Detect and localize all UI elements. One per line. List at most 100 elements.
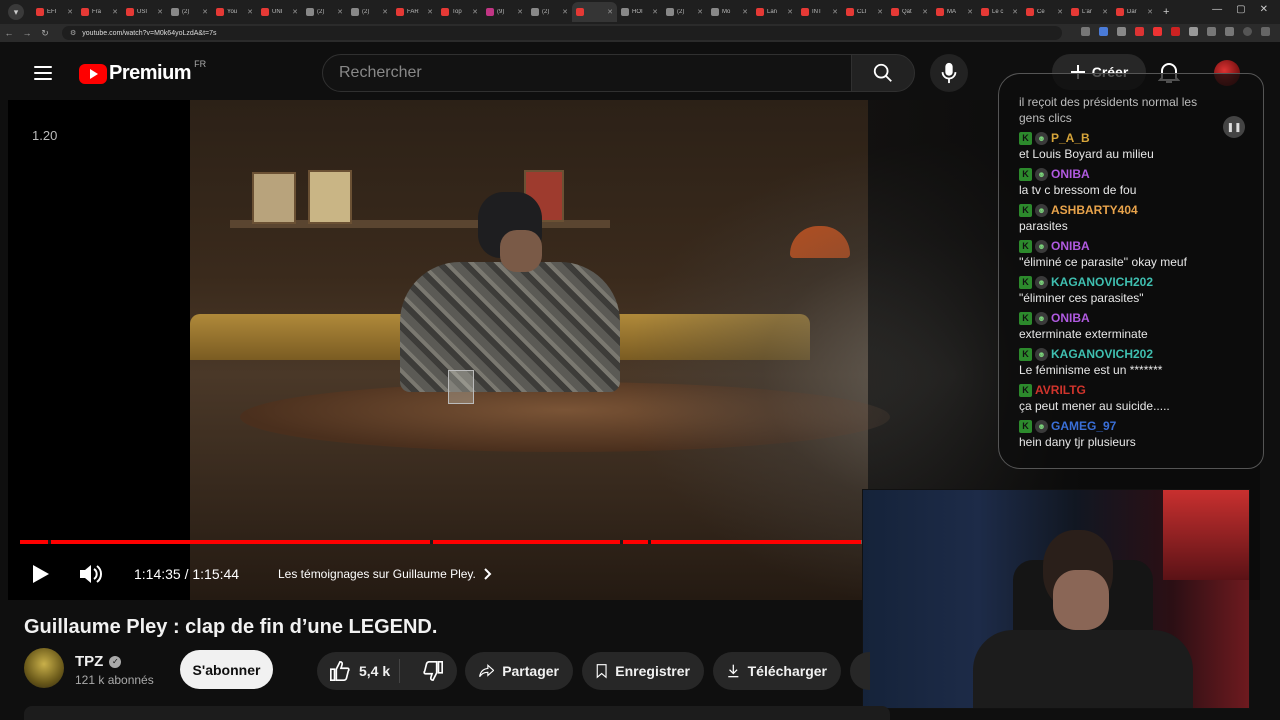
- tab-close-icon[interactable]: ✕: [202, 8, 208, 16]
- extension-shield-icon[interactable]: [1189, 27, 1198, 36]
- tab-close-icon[interactable]: ✕: [832, 8, 838, 16]
- chapter-button[interactable]: Les témoignages sur Guillaume Pley.: [278, 567, 492, 581]
- tab-favicon-icon: [216, 8, 224, 16]
- save-button[interactable]: Enregistrer: [582, 652, 704, 690]
- description-box[interactable]: [24, 706, 890, 720]
- new-tab-button[interactable]: +: [1163, 6, 1169, 18]
- search-input[interactable]: Rechercher: [322, 54, 852, 92]
- tab-close-icon[interactable]: ✕: [652, 8, 658, 16]
- translate-icon[interactable]: [1099, 27, 1108, 36]
- browser-tab[interactable]: EFI ✕: [32, 2, 77, 22]
- play-button[interactable]: [32, 564, 50, 584]
- more-actions-button[interactable]: [850, 652, 870, 690]
- browser-tab[interactable]: Mo ✕: [707, 2, 752, 22]
- chat-pause-icon[interactable]: ❚❚: [1223, 116, 1245, 138]
- tab-close-icon[interactable]: ✕: [922, 8, 928, 16]
- tab-close-icon[interactable]: ✕: [1102, 8, 1108, 16]
- tab-close-icon[interactable]: ✕: [247, 8, 253, 16]
- tab-close-icon[interactable]: ✕: [157, 8, 163, 16]
- tab-close-icon[interactable]: ✕: [877, 8, 883, 16]
- browser-tab[interactable]: Ce ✕: [1022, 2, 1067, 22]
- bookmark-star-icon[interactable]: [1117, 27, 1126, 36]
- hamburger-menu-icon[interactable]: [34, 66, 52, 80]
- tab-close-icon[interactable]: ✕: [382, 8, 388, 16]
- minimize-button[interactable]: —: [1212, 4, 1222, 15]
- search-button[interactable]: [851, 54, 915, 92]
- share-button[interactable]: Partager: [465, 652, 573, 690]
- browser-tab[interactable]: MA ✕: [932, 2, 977, 22]
- tab-close-icon[interactable]: ✕: [562, 8, 568, 16]
- tab-search-icon[interactable]: ▾: [8, 4, 24, 20]
- back-icon[interactable]: ←: [0, 28, 18, 38]
- browser-tab[interactable]: (9) ✕: [482, 2, 527, 22]
- browser-menu-icon[interactable]: [1261, 27, 1270, 36]
- browser-tab[interactable]: Le c ✕: [977, 2, 1022, 22]
- chat-username[interactable]: AVRILTG: [1035, 383, 1086, 397]
- close-window-button[interactable]: ✕: [1260, 4, 1268, 15]
- browser-tab[interactable]: (2) ✕: [347, 2, 392, 22]
- dislike-button[interactable]: [408, 660, 457, 682]
- subscribe-button[interactable]: S'abonner: [180, 650, 273, 689]
- tab-close-icon[interactable]: ✕: [67, 8, 73, 16]
- tab-close-icon[interactable]: ✕: [427, 8, 433, 16]
- download-button[interactable]: Télécharger: [713, 652, 841, 690]
- browser-tab[interactable]: (2) ✕: [662, 2, 707, 22]
- like-button[interactable]: 5,4 k: [317, 659, 401, 683]
- channel-name-link[interactable]: TPZ ✓: [75, 653, 122, 670]
- chat-username[interactable]: P_A_B: [1051, 131, 1090, 145]
- voice-search-button[interactable]: [930, 54, 968, 92]
- browser-tab[interactable]: L'ar ✕: [1067, 2, 1112, 22]
- profile-icon[interactable]: [1243, 27, 1252, 36]
- extension-gray-icon[interactable]: [1207, 27, 1216, 36]
- tab-close-icon[interactable]: ✕: [337, 8, 343, 16]
- tab-close-icon[interactable]: ✕: [607, 8, 613, 16]
- browser-tab[interactable]: Lan ✕: [752, 2, 797, 22]
- browser-tab[interactable]: ✕: [572, 2, 617, 22]
- browser-tab[interactable]: (2) ✕: [167, 2, 212, 22]
- chat-username[interactable]: GAMEG_97: [1051, 419, 1116, 433]
- browser-tab[interactable]: USI ✕: [122, 2, 167, 22]
- youtube-premium-logo[interactable]: Premium FR: [79, 59, 206, 85]
- browser-tab[interactable]: You ✕: [212, 2, 257, 22]
- media-controls-icon[interactable]: [1225, 27, 1234, 36]
- reload-icon[interactable]: ↻: [36, 28, 54, 39]
- channel-avatar[interactable]: [24, 648, 64, 688]
- tab-close-icon[interactable]: ✕: [697, 8, 703, 16]
- browser-tab[interactable]: HOI ✕: [617, 2, 662, 22]
- tab-close-icon[interactable]: ✕: [787, 8, 793, 16]
- chat-username[interactable]: ASHBARTY404: [1051, 203, 1138, 217]
- chat-username[interactable]: ONIBA: [1051, 311, 1090, 325]
- tab-close-icon[interactable]: ✕: [1057, 8, 1063, 16]
- maximize-button[interactable]: ▢: [1236, 4, 1245, 15]
- tab-close-icon[interactable]: ✕: [1147, 8, 1153, 16]
- chat-username[interactable]: ONIBA: [1051, 239, 1090, 253]
- zoom-icon[interactable]: [1081, 27, 1090, 36]
- browser-tab[interactable]: FAR ✕: [392, 2, 437, 22]
- browser-tab[interactable]: Dar ✕: [1112, 2, 1157, 22]
- tab-close-icon[interactable]: ✕: [112, 8, 118, 16]
- browser-tab[interactable]: INT ✕: [797, 2, 842, 22]
- address-bar[interactable]: ⚙ youtube.com/watch?v=M0k64yoLzdA&t=7s: [62, 26, 1062, 40]
- browser-tab[interactable]: UNI ✕: [257, 2, 302, 22]
- extension-red-icon[interactable]: [1135, 27, 1144, 36]
- tab-close-icon[interactable]: ✕: [472, 8, 478, 16]
- site-info-icon[interactable]: ⚙: [70, 29, 76, 37]
- browser-tab[interactable]: (2) ✕: [302, 2, 347, 22]
- extension-ytb-icon[interactable]: [1153, 27, 1162, 36]
- tab-close-icon[interactable]: ✕: [1012, 8, 1018, 16]
- extension-red2-icon[interactable]: [1171, 27, 1180, 36]
- tab-close-icon[interactable]: ✕: [292, 8, 298, 16]
- chat-username[interactable]: KAGANOVICH202: [1051, 275, 1153, 289]
- browser-tab[interactable]: Fra ✕: [77, 2, 122, 22]
- browser-tab[interactable]: CLI ✕: [842, 2, 887, 22]
- browser-tab[interactable]: Qat ✕: [887, 2, 932, 22]
- browser-tab[interactable]: (2) ✕: [527, 2, 572, 22]
- tab-close-icon[interactable]: ✕: [967, 8, 973, 16]
- browser-tab[interactable]: Top ✕: [437, 2, 482, 22]
- chat-username[interactable]: ONIBA: [1051, 167, 1090, 181]
- chat-username[interactable]: KAGANOVICH202: [1051, 347, 1153, 361]
- tab-close-icon[interactable]: ✕: [742, 8, 748, 16]
- volume-button[interactable]: [78, 562, 104, 586]
- tab-close-icon[interactable]: ✕: [517, 8, 523, 16]
- forward-icon[interactable]: →: [18, 28, 36, 38]
